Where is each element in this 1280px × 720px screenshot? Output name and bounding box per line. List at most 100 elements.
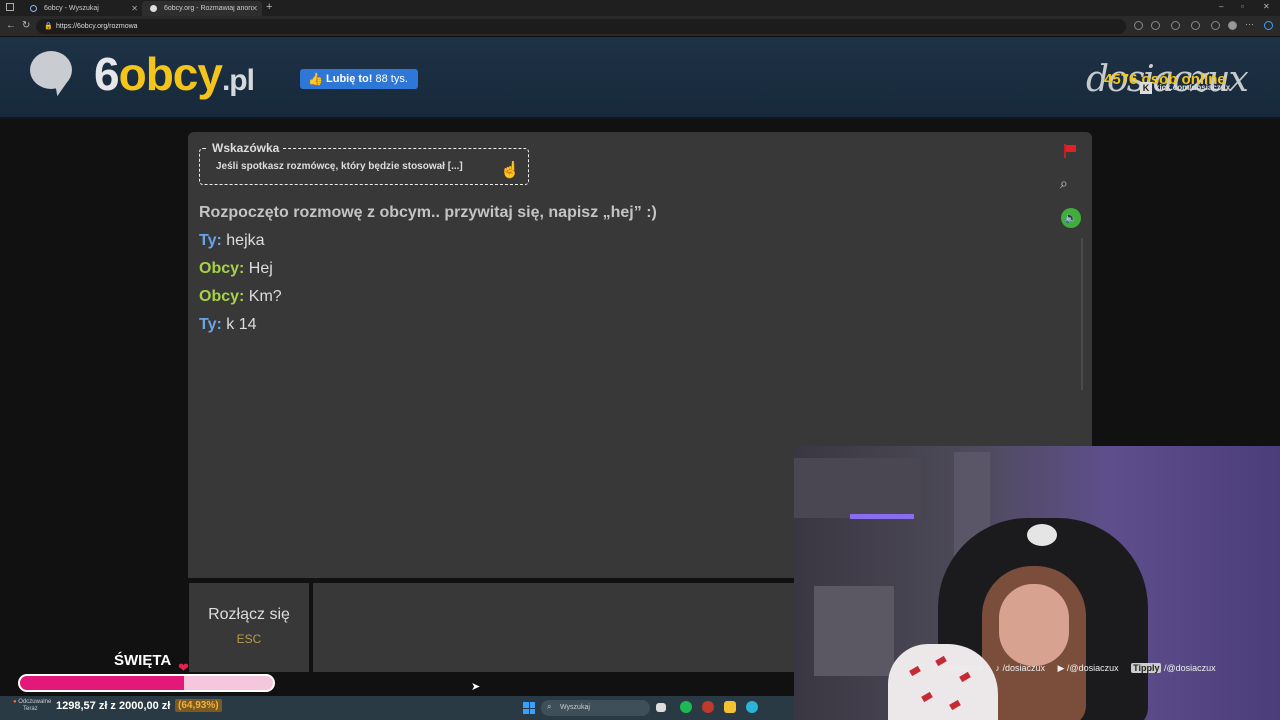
person-face (999, 584, 1069, 666)
led-strip (850, 514, 914, 519)
tab-actions-icon[interactable] (6, 3, 14, 11)
pointing-hand-icon[interactable]: ☝ (500, 160, 520, 180)
disconnect-button[interactable]: Rozłącz się ESC (189, 583, 309, 672)
chat-message: Ty: hejka (199, 232, 265, 250)
weather-line1: Odczuwalne (18, 699, 52, 705)
6obcy-favicon-icon (150, 5, 157, 12)
close-tab-icon[interactable]: ✕ (131, 4, 138, 13)
site-header: 6obcy.pl 👍 Lubię to! 88 tys. dosiaczux 4… (0, 37, 1280, 119)
disconnect-shortcut: ESC (236, 632, 262, 646)
back-icon[interactable]: ← (6, 20, 16, 31)
more-options-icon[interactable]: ··· (1245, 19, 1254, 29)
social-links: ◎ /dosiaczux ♪ /dosiaczux ▶ /@dosiaczux … (930, 663, 1216, 674)
message-text: Km? (248, 288, 282, 305)
lock-icon: 🔒 (44, 23, 53, 30)
message-sender: Obcy: (199, 288, 245, 305)
search-icon[interactable]: ⌕ (1060, 175, 1068, 192)
message-sender: Ty: (199, 316, 222, 333)
kick-url: kick.com/dosiaczux (1155, 83, 1231, 93)
youtube-icon: ▶ (1057, 663, 1065, 673)
message-sender: Obcy: (199, 260, 245, 277)
browser-tab-bar: 6obcy - Wyszukaj ✕ 6obcy.org - Rozmawiaj… (0, 0, 1280, 16)
chat-bubble-tail (54, 79, 72, 97)
system-message: Rozpoczęto rozmowę z obcym.. przywitaj s… (199, 204, 657, 221)
close-tab-icon[interactable]: ✕ (251, 4, 258, 13)
extension-icon[interactable] (1171, 21, 1180, 30)
taskbar-search[interactable]: ⌕ Wyszukaj (541, 700, 650, 716)
tip-title: Wskazówka (208, 141, 284, 155)
spotify-icon[interactable] (680, 701, 692, 713)
tab-6obcy[interactable]: 6obcy.org - Rozmawiaj anonimowo ✕ (142, 1, 262, 16)
split-screen-icon[interactable] (1191, 21, 1200, 30)
app-icon[interactable] (702, 701, 714, 713)
like-label: Lubię to! (326, 73, 373, 85)
like-count: 88 tys. (375, 73, 408, 85)
maximize-button[interactable]: ▫ (1241, 2, 1244, 11)
instagram-handle: /dosiaczux (940, 663, 983, 673)
search-icon: ⌕ (547, 702, 552, 711)
search-favicon-icon (30, 5, 37, 12)
disconnect-label: Rozłącz się (208, 606, 290, 623)
donation-amount: 1298,57 zł z 2000,00 zł (56, 700, 171, 712)
kitchen-cabinet (794, 458, 922, 518)
site-logo[interactable]: 6obcy.pl (94, 47, 255, 101)
goal-progress-fill (20, 676, 185, 690)
browser-toolbar: ← ↻ 🔒 https://6obcy.org/rozmowa ··· (0, 16, 1280, 37)
weather-icon: ● (13, 699, 17, 705)
tiktok-handle: /dosiaczux (1002, 663, 1045, 673)
close-window-button[interactable]: ✕ (1263, 2, 1270, 11)
weather-line2: Teraz (23, 706, 38, 712)
message-sender: Ty: (199, 232, 222, 249)
chat-message: Obcy: Hej (199, 260, 273, 278)
windows-taskbar: ● Odczuwalne Teraz 1298,57 zł z 2000,00 … (0, 696, 794, 720)
logo-pl: .pl (221, 64, 255, 97)
chat-message: Obcy: Km? (199, 288, 282, 306)
facebook-like-button[interactable]: 👍 Lubię to! 88 tys. (300, 69, 418, 89)
windows-start-icon[interactable] (523, 702, 535, 714)
goal-progress-bar (18, 674, 275, 692)
mouse-cursor-icon: ➤ (471, 681, 481, 693)
donation-percent: (64,93%) (175, 699, 222, 712)
weather-widget[interactable]: ● Odczuwalne Teraz (13, 699, 51, 713)
chat-scrollbar[interactable] (1081, 238, 1083, 390)
message-text: k 14 (226, 316, 257, 333)
goal-title: ŚWIĘTA (114, 652, 172, 669)
message-text: Hej (248, 260, 273, 277)
favorite-star-icon[interactable] (1151, 21, 1160, 30)
chat-message: Ty: k 14 (199, 316, 257, 334)
tab-title: 6obcy.org - Rozmawiaj anonimowo (164, 5, 252, 12)
task-view-icon[interactable] (656, 703, 666, 712)
edge-icon[interactable] (746, 701, 758, 713)
report-flag-icon[interactable] (1063, 144, 1077, 158)
tab-title: 6obcy - Wyszukaj (44, 5, 99, 12)
tip-text: Jeśli spotkasz rozmówcę, który będzie st… (216, 161, 463, 172)
tab-search[interactable]: 6obcy - Wyszukaj ✕ (22, 1, 142, 16)
profile-avatar-icon[interactable] (1228, 21, 1237, 30)
favorites-icon[interactable] (1211, 21, 1220, 30)
file-explorer-icon[interactable] (724, 701, 736, 713)
youtube-handle: /@dosiaczux (1066, 663, 1119, 673)
address-bar[interactable]: 🔒 https://6obcy.org/rozmowa (36, 19, 1126, 34)
tiktok-icon: ♪ (995, 663, 1000, 673)
message-text: hejka (226, 232, 265, 249)
url-text: https://6obcy.org/rozmowa (56, 23, 138, 30)
kick-icon: K (1140, 82, 1152, 94)
taskbar-search-placeholder: Wyszukaj (560, 704, 590, 711)
message-input[interactable] (313, 583, 795, 672)
sound-toggle-icon[interactable]: 🔈 (1061, 208, 1081, 228)
chair-logo-icon (1027, 524, 1057, 546)
new-tab-button[interactable]: + (266, 1, 272, 13)
tipply-handle: /@dosiaczux (1163, 663, 1216, 673)
kick-link: Kkick.com/dosiaczux (1140, 82, 1230, 94)
zoom-icon[interactable] (1134, 21, 1143, 30)
tipply-badge: Tipply (1131, 663, 1162, 673)
webcam-feed: ◎ /dosiaczux ♪ /dosiaczux ▶ /@dosiaczux … (794, 446, 1280, 720)
refresh-icon[interactable]: ↻ (22, 20, 30, 31)
logo-obcy: obcy (118, 48, 223, 100)
logo-six: 6 (94, 48, 120, 100)
thumbs-up-icon: 👍 (308, 72, 323, 86)
minimize-button[interactable]: – (1219, 2, 1223, 11)
copilot-icon[interactable] (1264, 21, 1273, 30)
instagram-icon: ◎ (930, 663, 938, 673)
desk (814, 586, 894, 676)
